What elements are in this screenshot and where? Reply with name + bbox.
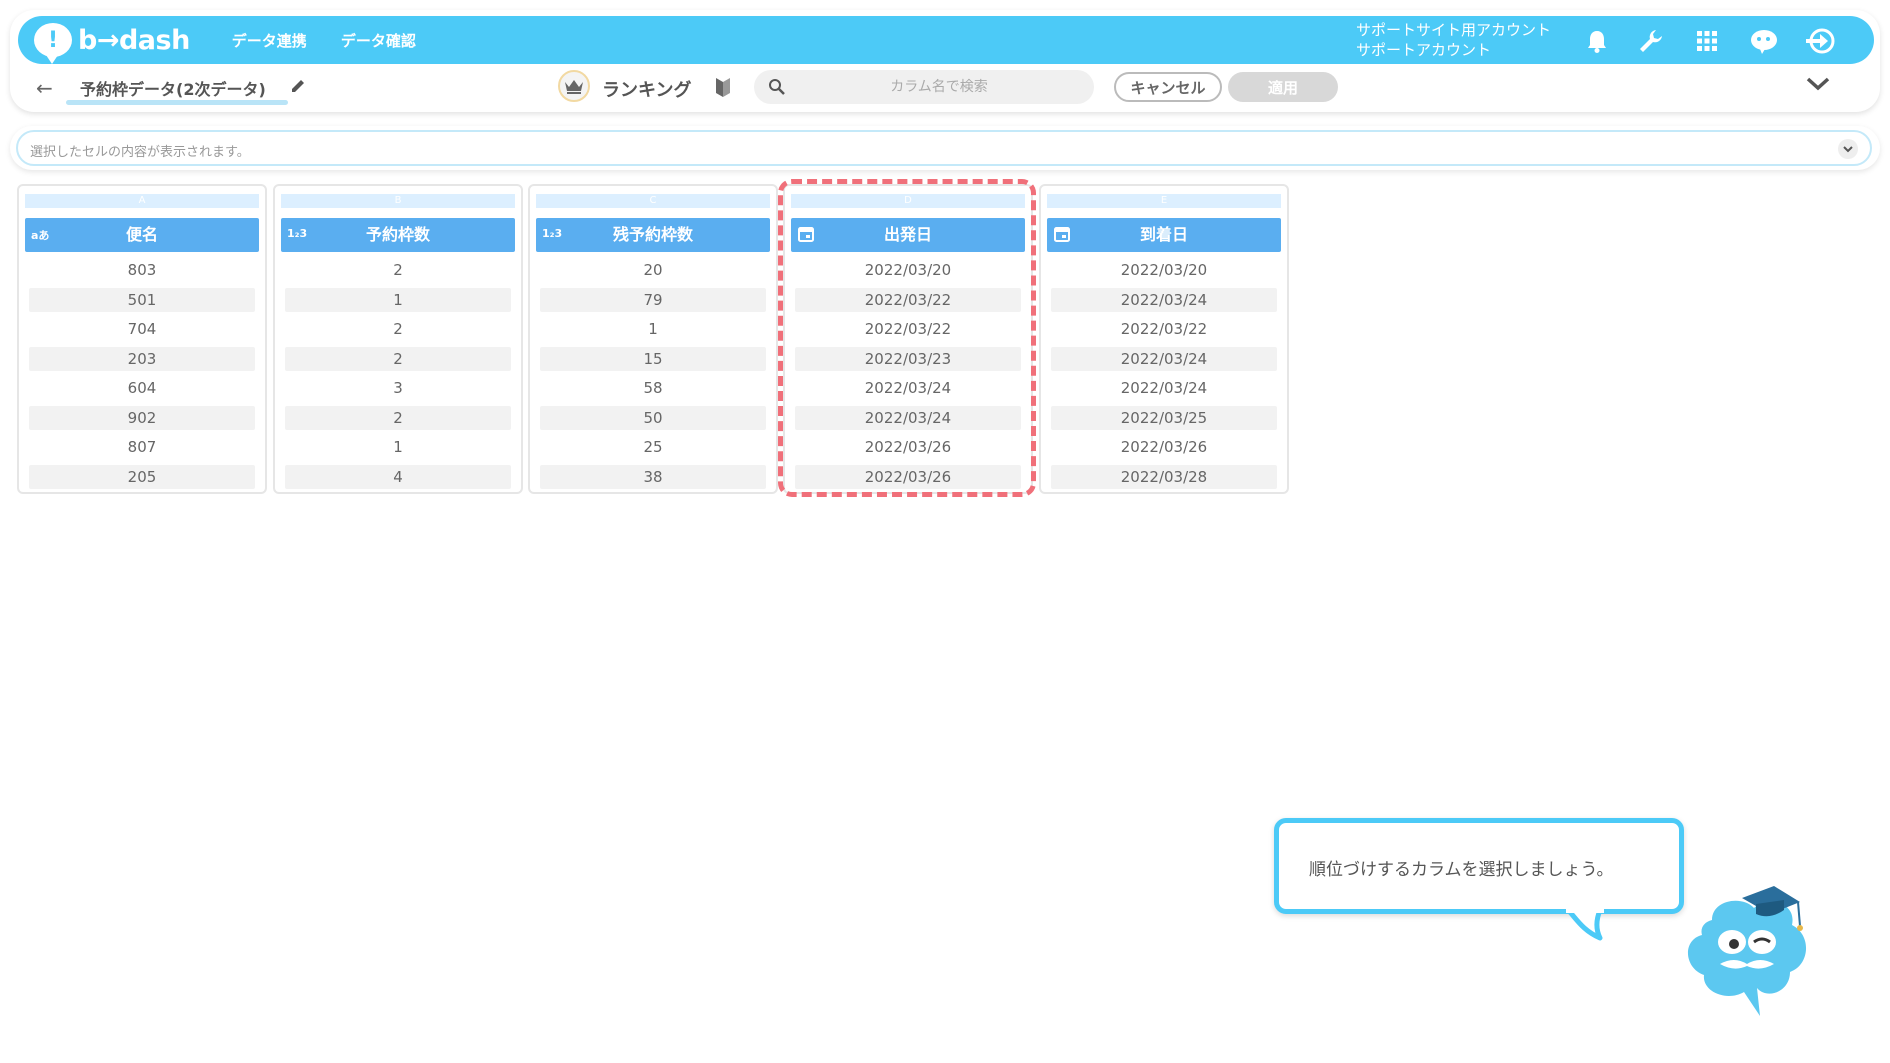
column-letter: E (1047, 194, 1281, 208)
table-cell[interactable]: 203 (29, 347, 255, 371)
column-b[interactable]: B 1₂3 予約枠数 2 1 2 2 3 2 1 4 (273, 184, 523, 494)
top-nav-bar: ! b→dash データ連携 データ確認 サポートサイト用アカウント サポートア… (18, 16, 1874, 64)
table-cell[interactable]: 4 (285, 465, 511, 489)
search-box (754, 70, 1094, 104)
search-icon (768, 78, 786, 100)
table-cell[interactable]: 20 (540, 258, 766, 282)
table-cell[interactable]: 3 (285, 376, 511, 400)
nav-data-check[interactable]: データ確認 (341, 30, 416, 51)
column-header-arrival-date[interactable]: 到着日 (1047, 218, 1281, 252)
table-cell[interactable]: 2022/03/20 (795, 258, 1021, 282)
cell-content-placeholder: 選択したセルの内容が表示されます。 (30, 145, 250, 160)
table-cell[interactable]: 604 (29, 376, 255, 400)
table-cell[interactable]: 2022/03/24 (1051, 347, 1277, 371)
logout-icon[interactable] (1804, 28, 1836, 54)
column-name: 便名 (125, 225, 158, 244)
column-letter: A (25, 194, 259, 208)
column-e[interactable]: E 到着日 2022/03/20 2022/03/24 2022/03/22 2… (1039, 184, 1289, 494)
ranking-label: ランキング (602, 80, 692, 101)
mascot-brain-icon (1687, 886, 1807, 1016)
pencil-icon[interactable] (290, 78, 306, 98)
table-cell[interactable]: 2 (285, 317, 511, 341)
table-cell[interactable]: 2022/03/22 (795, 317, 1021, 341)
table-cell[interactable]: 2022/03/23 (795, 347, 1021, 371)
table-cell[interactable]: 2 (285, 347, 511, 371)
table-cell[interactable]: 1 (285, 435, 511, 459)
table-cell[interactable]: 1 (540, 317, 766, 341)
apply-button[interactable]: 適用 (1228, 72, 1338, 102)
account-sub: サポートアカウント (1356, 41, 1492, 59)
table-cell[interactable]: 2022/03/24 (1051, 288, 1277, 312)
column-name: 出発日 (883, 225, 932, 244)
logo-mark: ! (47, 27, 59, 53)
table-cell[interactable]: 205 (29, 465, 255, 489)
table-cell[interactable]: 2022/03/22 (795, 288, 1021, 312)
data-title[interactable]: 予約枠データ(2次データ) (80, 76, 266, 100)
table-cell[interactable]: 50 (540, 406, 766, 430)
column-a[interactable]: A aあ 便名 803 501 704 203 604 902 807 205 (17, 184, 267, 494)
column-header-departure-date[interactable]: 出発日 (791, 218, 1025, 252)
column-name: 予約枠数 (365, 225, 430, 244)
expand-chevron-icon[interactable] (1838, 139, 1858, 159)
toolbar: ← 予約枠データ(2次データ) ランキング キャンセル 適用 (18, 70, 1874, 106)
table-cell[interactable]: 2022/03/22 (1051, 317, 1277, 341)
table-cell[interactable]: 2022/03/24 (795, 406, 1021, 430)
tooltip-tail (1566, 908, 1604, 941)
cell-content-field[interactable]: 選択したセルの内容が表示されます。 (16, 130, 1872, 166)
column-name: 到着日 (1139, 225, 1188, 244)
logo-bubble-icon: ! (34, 23, 72, 64)
column-letter: D (791, 194, 1025, 208)
table-cell[interactable]: 704 (29, 317, 255, 341)
table-cell[interactable]: 2022/03/25 (1051, 406, 1277, 430)
table-cell[interactable]: 2 (285, 258, 511, 282)
table-cell[interactable]: 2022/03/20 (1051, 258, 1277, 282)
table-cell[interactable]: 58 (540, 376, 766, 400)
chat-bot-icon[interactable] (1748, 28, 1780, 54)
wrench-icon[interactable] (1638, 28, 1664, 54)
table-cell[interactable]: 2022/03/28 (1051, 465, 1277, 489)
table-cell[interactable]: 501 (29, 288, 255, 312)
table-cell[interactable]: 15 (540, 347, 766, 371)
guide-tooltip: 順位づけするカラムを選択しましょう。 (1274, 818, 1684, 914)
table-cell[interactable]: 38 (540, 465, 766, 489)
app-root: ! b→dash データ連携 データ確認 サポートサイト用アカウント サポートア… (0, 0, 1890, 1063)
nav-data-integration[interactable]: データ連携 (232, 30, 307, 51)
account-info[interactable]: サポートサイト用アカウント サポートアカウント (1356, 20, 1551, 60)
column-header-remaining-slots[interactable]: 1₂3 残予約枠数 (536, 218, 770, 252)
table-cell[interactable]: 1 (285, 288, 511, 312)
apps-grid-icon[interactable] (1694, 28, 1720, 54)
guide-tooltip-text: 順位づけするカラムを選択しましょう。 (1309, 860, 1614, 880)
account-name: サポートサイト用アカウント (1356, 21, 1552, 39)
data-title-underline (66, 100, 288, 105)
column-name: 残予約枠数 (612, 225, 693, 244)
table-cell[interactable]: 2022/03/24 (795, 376, 1021, 400)
table-cell[interactable]: 803 (29, 258, 255, 282)
column-c[interactable]: C 1₂3 残予約枠数 20 79 1 15 58 50 25 38 (528, 184, 778, 494)
table-cell[interactable]: 2022/03/24 (1051, 376, 1277, 400)
logo-text: b→dash (78, 24, 190, 56)
column-letter: B (281, 194, 515, 208)
crown-icon (558, 70, 590, 102)
chevron-down-icon[interactable] (1806, 76, 1830, 96)
column-letter: C (536, 194, 770, 208)
table-cell[interactable]: 2022/03/26 (795, 465, 1021, 489)
beginner-mark-icon[interactable] (714, 76, 732, 102)
table-cell[interactable]: 25 (540, 435, 766, 459)
column-d[interactable]: D 出発日 2022/03/20 2022/03/22 2022/03/22 2… (783, 184, 1033, 494)
cell-content-bar: 選択したセルの内容が表示されます。 (10, 126, 1880, 170)
table-cell[interactable]: 2022/03/26 (1051, 435, 1277, 459)
table-cell[interactable]: 2 (285, 406, 511, 430)
column-header-reserved-slots[interactable]: 1₂3 予約枠数 (281, 218, 515, 252)
table-cell[interactable]: 79 (540, 288, 766, 312)
table-cell[interactable]: 807 (29, 435, 255, 459)
table-cell[interactable]: 2022/03/26 (795, 435, 1021, 459)
bdash-logo[interactable]: ! b→dash (34, 23, 190, 64)
bell-icon[interactable] (1584, 28, 1610, 54)
back-arrow-icon[interactable]: ← (36, 76, 53, 100)
column-search-input[interactable] (794, 70, 1084, 104)
cancel-button[interactable]: キャンセル (1114, 72, 1222, 102)
table-cell[interactable]: 902 (29, 406, 255, 430)
column-header-flight-number[interactable]: aあ 便名 (25, 218, 259, 252)
